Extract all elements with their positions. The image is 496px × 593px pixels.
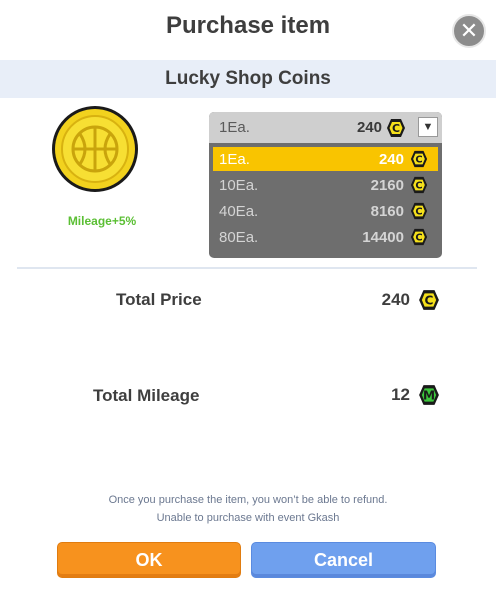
gkash-note: Unable to purchase with event Gkash [156, 512, 340, 524]
svg-text:M: M [423, 388, 435, 402]
basketball-coin-icon [50, 104, 140, 194]
coin-c-icon: C [418, 289, 440, 316]
option-40ea[interactable]: 40Ea. 8160 C [213, 199, 438, 223]
option-80ea[interactable]: 80Ea. 14400 C [213, 225, 438, 249]
option-quantity: 40Ea. [219, 203, 259, 220]
coin-c-icon: C [410, 150, 428, 168]
total-mileage-value: 12 [391, 385, 410, 404]
coin-c-icon: C [410, 176, 428, 194]
option-quantity: 10Ea. [219, 177, 259, 194]
svg-text:C: C [425, 293, 434, 307]
dropdown-header[interactable]: 1Ea. 240 C ▼ [209, 112, 442, 143]
quantity-dropdown[interactable]: 1Ea. 240 C ▼ 1Ea. 240 C 10Ea. 2160 C 40E… [209, 112, 442, 258]
option-price: 2160 [370, 177, 404, 194]
svg-text:C: C [415, 155, 422, 166]
ok-button[interactable]: OK [57, 542, 241, 578]
option-quantity: 80Ea. [219, 229, 259, 246]
total-mileage-label: Total Mileage [93, 386, 200, 405]
subtitle-band: Lucky Shop Coins [0, 60, 496, 98]
chevron-down-icon[interactable]: ▼ [418, 117, 438, 137]
item-name: Lucky Shop Coins [165, 68, 331, 89]
selected-quantity: 1Ea. [219, 119, 250, 136]
dialog-title: Purchase item [165, 12, 331, 39]
coin-c-icon: C [410, 228, 428, 246]
option-price: 8160 [370, 203, 404, 220]
svg-text:C: C [392, 122, 400, 135]
total-price-label: Total Price [116, 290, 202, 309]
svg-text:C: C [415, 207, 422, 218]
option-price: 240 [378, 151, 404, 168]
mileage-m-icon: M [418, 384, 440, 411]
svg-text:C: C [415, 233, 422, 244]
mileage-bonus: Mileage+5% [67, 214, 137, 228]
coin-c-icon: C [386, 118, 406, 138]
coin-c-icon: C [410, 202, 428, 220]
selected-price: 240 [356, 119, 382, 136]
option-price: 14400 [362, 229, 404, 246]
svg-text:C: C [415, 181, 422, 192]
refund-note: Once you purchase the item, you won’t be… [108, 494, 388, 506]
option-1ea[interactable]: 1Ea. 240 C [213, 147, 438, 171]
divider [17, 267, 477, 269]
option-quantity: 1Ea. [219, 151, 250, 168]
close-icon[interactable]: ✕ [452, 14, 486, 48]
option-10ea[interactable]: 10Ea. 2160 C [213, 173, 438, 197]
cancel-button[interactable]: Cancel [251, 542, 436, 578]
title-bar: Purchase item ✕ [0, 0, 496, 60]
total-price-value: 240 [381, 290, 410, 309]
